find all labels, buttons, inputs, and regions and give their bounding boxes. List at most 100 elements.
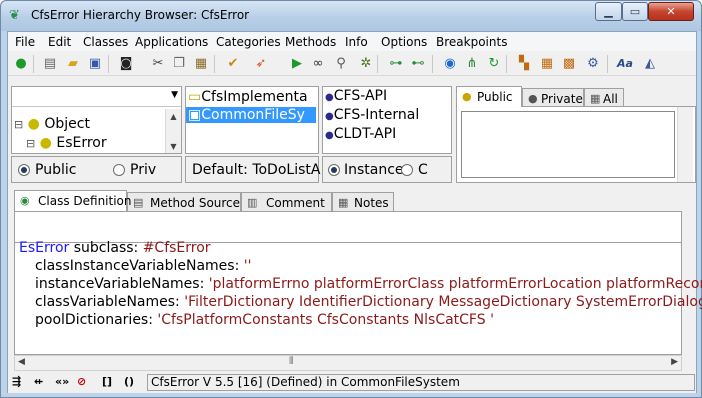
toolbar-separator — [214, 55, 215, 73]
tab-notes[interactable]: ▦ Notes — [332, 192, 394, 211]
list-item[interactable]: ●CFS-Internal — [325, 107, 419, 123]
tab-private[interactable]: ● Private — [522, 88, 584, 107]
radio-private[interactable] — [113, 164, 125, 176]
paste-icon[interactable]: ▦ — [193, 56, 209, 72]
paint-icon[interactable]: ◭ — [642, 56, 658, 72]
scroll-thumb-grip-icon[interactable]: ⦀ — [289, 356, 293, 367]
method-list-scrollbar[interactable] — [677, 107, 693, 182]
rocket-icon[interactable]: ➶ — [253, 56, 269, 72]
grid-icon[interactable]: ▦ — [539, 56, 555, 72]
chevron-down-icon[interactable]: ▼ — [171, 90, 178, 100]
tree-item-label: EsError — [56, 135, 107, 151]
tab-all[interactable]: ▦ All — [584, 88, 624, 107]
code-editor[interactable]: EsError subclass: #CfsError classInstanc… — [14, 240, 702, 355]
tab-comment[interactable]: ▥ Comment — [241, 192, 332, 211]
title-bar[interactable]: ❦ CfsError Hierarchy Browser: CfsError ▁… — [1, 1, 701, 31]
menu-applications[interactable]: Applications — [135, 35, 208, 49]
indent-icon[interactable]: ⇶ — [12, 375, 21, 388]
quote-icon[interactable]: «» — [55, 375, 69, 388]
tab-public[interactable]: ● Public — [456, 86, 522, 107]
scroll-right-icon[interactable]: ▶ — [671, 357, 678, 367]
menu-edit[interactable]: Edit — [48, 35, 71, 49]
bug-icon[interactable]: ✲ — [358, 56, 374, 72]
tab-label: Public — [477, 90, 513, 104]
code-keyword: poolDictionaries: — [35, 312, 153, 328]
application-pane: ▭CfsImplementa ▣CommonFileSy — [185, 86, 319, 154]
glasses-icon[interactable]: ∞ — [310, 56, 326, 72]
bullet-icon: ● — [325, 92, 334, 103]
parens-icon[interactable]: () — [124, 375, 134, 388]
globe-icon[interactable]: ◉ — [442, 56, 458, 72]
code-string: 'FilterDictionary IdentifierDictionary M… — [184, 294, 702, 310]
tab-label: Private — [541, 92, 583, 106]
scroll-up-icon[interactable]: ▲ — [166, 109, 181, 124]
default-label: Default: ToDoListA — [192, 162, 321, 178]
tab-label: Class Definition — [38, 194, 132, 208]
horizontal-scrollbar[interactable]: ◀ ⦀ ▶ — [14, 355, 682, 371]
menu-categories[interactable]: Categories — [216, 35, 281, 49]
scroll-down-icon[interactable]: ▼ — [166, 139, 181, 153]
toolbar-separator — [506, 55, 507, 73]
menu-classes[interactable]: Classes — [83, 35, 128, 49]
menu-info[interactable]: Info — [345, 35, 368, 49]
list-item-label: CommonFileSy — [201, 107, 305, 123]
cut-icon[interactable]: ✂ — [150, 56, 166, 72]
list-item[interactable]: ●CLDT-API — [325, 126, 396, 142]
run-icon[interactable]: ● — [13, 56, 29, 72]
menu-file[interactable]: File — [15, 35, 35, 49]
grid2-icon[interactable]: ▩ — [561, 56, 577, 72]
code-line-5: poolDictionaries: 'CfsPlatformConstants … — [35, 312, 494, 328]
radio-class[interactable] — [401, 164, 413, 176]
tree-item[interactable]: ⊟ ● Object — [14, 116, 90, 132]
play-icon[interactable]: ▶ — [289, 56, 305, 72]
magnifier-icon[interactable]: ⚲ — [333, 56, 349, 72]
list-item-label: CfsImplementa — [201, 89, 308, 105]
package-icon: ▣ — [188, 107, 202, 123]
settings-icon[interactable]: ⚙ — [585, 56, 601, 72]
tab-class-definition[interactable]: ◉ Class Definition — [14, 190, 132, 211]
tree-item[interactable]: ⊟ ● EsError — [26, 135, 107, 151]
code-string: 'CfsPlatformConstants CfsConstants NlsCa… — [157, 312, 494, 328]
close-button[interactable]: ✕ — [648, 2, 694, 21]
collapse-toggle[interactable]: ⊟ — [14, 118, 23, 131]
menu-options[interactable]: Options — [381, 35, 427, 49]
list-item[interactable]: ▭CfsImplementa — [188, 89, 308, 105]
folder-icon: ▭ — [188, 89, 202, 105]
camera-icon[interactable]: ◙ — [118, 56, 134, 72]
collapse-toggle[interactable]: ⊟ — [26, 137, 35, 150]
tab-method-source[interactable]: ▤ Method Source — [127, 192, 241, 211]
class-icon[interactable]: ▚ — [516, 56, 532, 72]
tree-icon[interactable]: ⋔ — [464, 56, 480, 72]
code-line-1: EsError subclass: #CfsError — [19, 240, 211, 256]
method-list-box[interactable] — [461, 111, 675, 178]
new-icon[interactable]: ▤ — [42, 56, 58, 72]
hierarchy-icon[interactable]: ⊶ — [388, 56, 404, 72]
check-icon[interactable]: ✔ — [225, 56, 241, 72]
list-item-selected[interactable]: ▣CommonFileSy — [186, 107, 316, 123]
menu-methods[interactable]: Methods — [285, 35, 336, 49]
radio-instance[interactable] — [328, 164, 340, 176]
font-icon[interactable]: Aa — [617, 56, 633, 72]
open-icon[interactable]: ▰ — [65, 56, 81, 72]
notes-icon: ▦ — [338, 196, 349, 209]
hierarchy2-icon[interactable]: ⊷ — [410, 56, 426, 72]
tab-label: Comment — [266, 196, 325, 210]
refresh-icon[interactable]: ↻ — [486, 56, 502, 72]
outdent-icon[interactable]: ⇷ — [34, 375, 43, 388]
menu-breakpoints[interactable]: Breakpoints — [436, 35, 507, 49]
brackets-icon[interactable]: [] — [102, 375, 112, 388]
save-icon[interactable]: ▣ — [87, 56, 103, 72]
copy-icon[interactable]: ❐ — [171, 56, 187, 72]
minimize-button[interactable]: ▁ — [595, 2, 622, 21]
disable-icon[interactable]: ⊘ — [77, 375, 86, 388]
scroll-left-icon[interactable]: ◀ — [18, 357, 25, 367]
class-pane-scrollbar[interactable]: ▲ ▼ — [165, 109, 181, 153]
radio-public[interactable] — [18, 164, 30, 176]
list-item[interactable]: ●CFS-API — [325, 88, 387, 104]
class-filter-dropdown[interactable]: ▼ — [12, 87, 181, 107]
code-keyword: classVariableNames: — [35, 294, 180, 310]
window-title: CfsError Hierarchy Browser: CfsError — [31, 8, 250, 22]
maximize-button[interactable]: ▭ — [622, 2, 648, 21]
private-icon: ● — [528, 92, 538, 105]
code-line-4: classVariableNames: 'FilterDictionary Id… — [35, 294, 702, 310]
